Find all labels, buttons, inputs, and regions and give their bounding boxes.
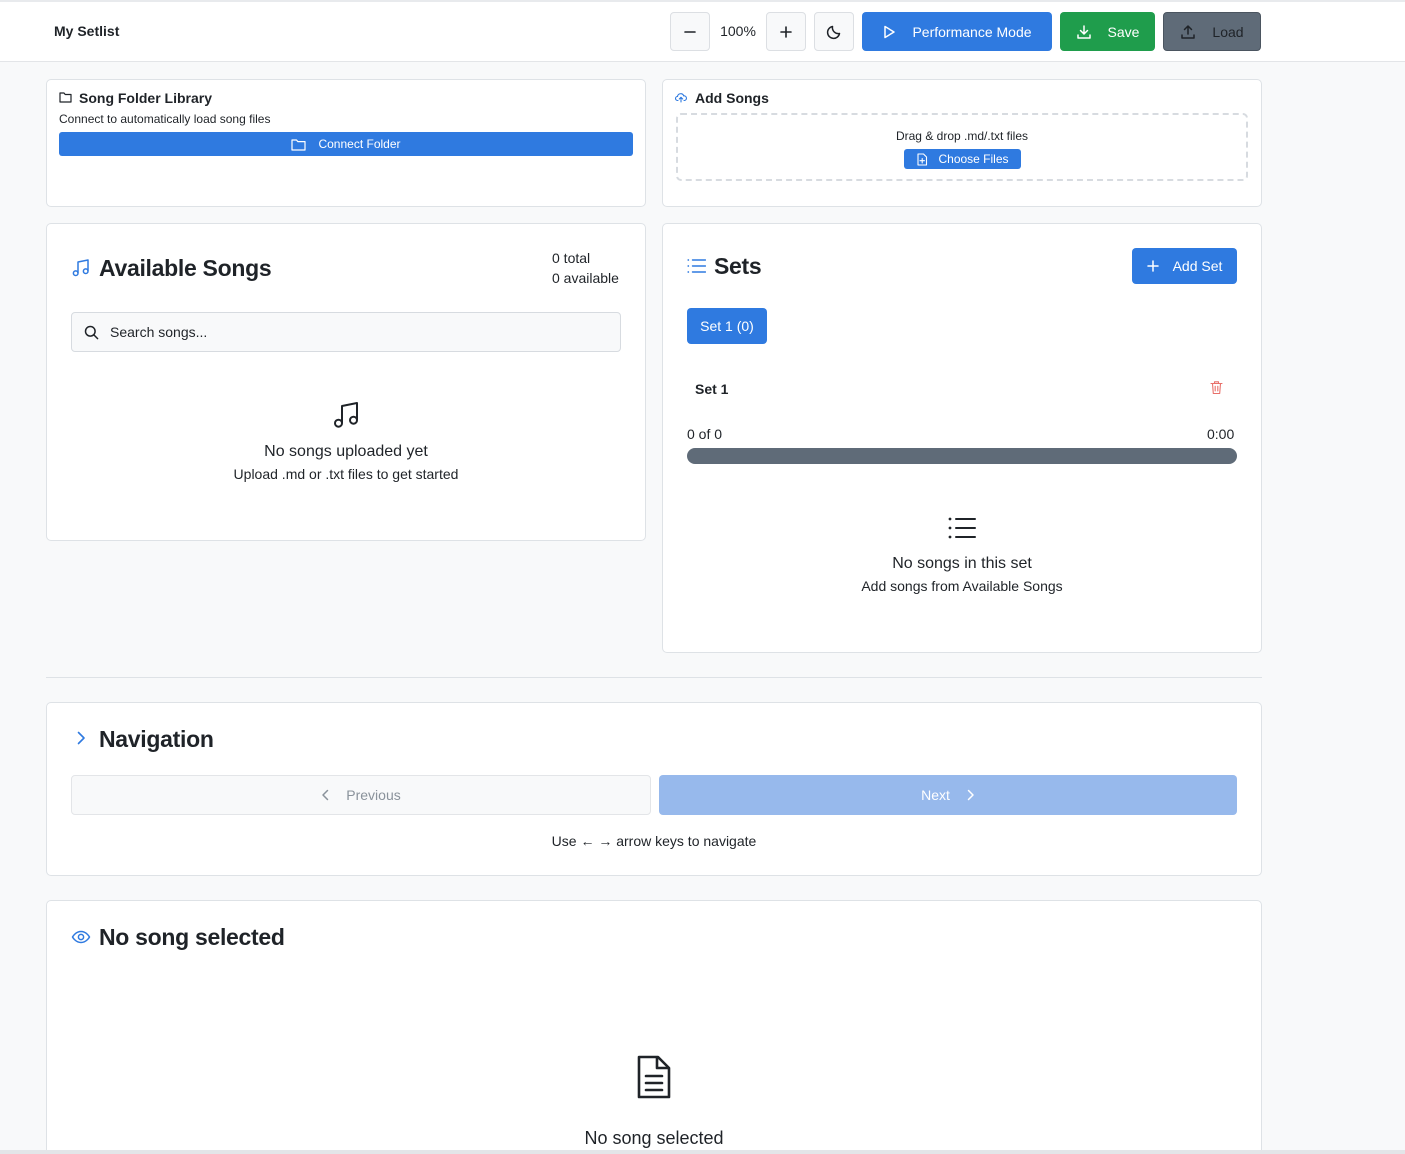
download-icon (1076, 24, 1091, 39)
load-button[interactable]: Load (1163, 12, 1261, 51)
section-divider (46, 677, 1262, 678)
navigation-title: Navigation (99, 726, 214, 752)
plus-icon (780, 25, 792, 38)
file-dropzone[interactable]: Drag & drop .md/.txt files Choose Files (676, 113, 1248, 181)
music-note-icon (72, 259, 89, 277)
viewer-title: No song selected (99, 924, 285, 950)
app-header: My Setlist 100% Performance Mode Save Lo… (0, 0, 1405, 62)
add-songs-title: Add Songs (695, 90, 769, 106)
keyboard-hint: Use ← → arrow keys to navigate (551, 833, 757, 849)
connect-folder-label: Connect Folder (318, 137, 401, 151)
previous-label: Previous (346, 787, 401, 803)
minus-icon (684, 30, 696, 33)
horizontal-scrollbar[interactable] (0, 1150, 1405, 1154)
file-plus-icon (917, 152, 928, 166)
moon-icon (826, 25, 841, 39)
next-label: Next (921, 787, 950, 803)
app-title: My Setlist (54, 23, 120, 39)
eye-icon (71, 930, 91, 944)
set-song-count: 0 of 0 (687, 426, 723, 442)
list-icon (687, 259, 706, 273)
next-button[interactable]: Next (659, 775, 1237, 815)
dropzone-text: Drag & drop .md/.txt files (895, 129, 1029, 143)
chevron-right-icon[interactable] (75, 731, 87, 745)
available-songs-count: 0 available (552, 270, 619, 286)
songs-empty-subtitle: Upload .md or .txt files to get started (233, 466, 459, 482)
folder-library-title: Song Folder Library (79, 90, 213, 106)
file-text-icon (637, 1055, 671, 1099)
folder-icon (59, 92, 72, 103)
performance-mode-label: Performance Mode (912, 23, 1032, 40)
available-songs-title: Available Songs (99, 255, 272, 281)
folder-library-description: Connect to automatically load song files (59, 112, 271, 126)
set-duration: 0:00 (1207, 426, 1235, 442)
connect-folder-button[interactable]: Connect Folder (59, 132, 633, 156)
set-name: Set 1 (695, 381, 729, 397)
choose-files-button[interactable]: Choose Files (904, 149, 1021, 169)
cloud-upload-icon (675, 93, 687, 103)
set-empty-subtitle: Add songs from Available Songs (861, 578, 1063, 594)
tab-set-1[interactable]: Set 1 (0) (687, 308, 767, 344)
folder-icon (291, 138, 307, 151)
chevron-left-icon (322, 789, 329, 801)
zoom-level: 100% (720, 23, 756, 39)
play-icon (884, 25, 896, 38)
save-label: Save (1107, 23, 1140, 40)
performance-mode-button[interactable]: Performance Mode (862, 12, 1052, 51)
choose-files-label: Choose Files (938, 152, 1009, 166)
plus-icon (1146, 260, 1159, 272)
add-set-button[interactable]: Add Set (1132, 248, 1237, 284)
set-progress-bar (687, 448, 1237, 464)
search-icon (84, 325, 99, 340)
sets-title: Sets (714, 253, 762, 279)
songs-empty-title: No songs uploaded yet (264, 443, 428, 460)
previous-button[interactable]: Previous (71, 775, 651, 815)
viewer-empty-title: No song selected (584, 1128, 724, 1148)
zoom-in-button[interactable] (766, 12, 806, 51)
save-button[interactable]: Save (1060, 12, 1155, 51)
add-set-label: Add Set (1172, 258, 1223, 274)
search-input[interactable] (110, 313, 610, 351)
set-empty-title: No songs in this set (892, 555, 1032, 572)
trash-icon[interactable] (1210, 380, 1223, 395)
zoom-out-button[interactable] (670, 12, 710, 51)
list-icon (948, 517, 976, 539)
song-search-field (71, 312, 621, 352)
load-label: Load (1212, 23, 1244, 40)
theme-toggle-button[interactable] (814, 12, 854, 51)
music-note-icon (334, 402, 358, 428)
upload-icon (1181, 24, 1196, 39)
total-songs-count: 0 total (552, 250, 591, 266)
chevron-right-icon (967, 789, 974, 801)
